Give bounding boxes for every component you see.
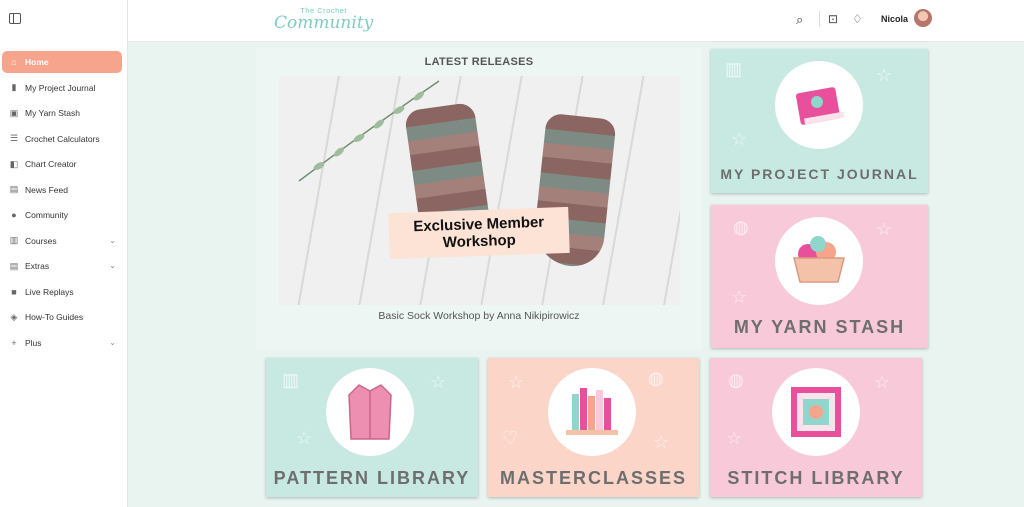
cardigan-icon (348, 384, 392, 440)
sidebar-item-how-to-guides[interactable]: ◈ How-To Guides (2, 306, 122, 328)
inbox-icon[interactable]: ⊡ (828, 12, 838, 26)
yarn-basket-icon (793, 236, 845, 283)
newspaper-icon: ▤ (9, 184, 19, 194)
books-icon: ▥ (282, 370, 300, 390)
yarn-ball-icon: ◍ (648, 368, 664, 388)
extras-icon: ▤ (9, 260, 19, 271)
workshop-caption[interactable]: Basic Sock Workshop by Anna Nikipirowicz (256, 310, 702, 322)
sidebar-item-label: My Project Journal (25, 82, 96, 93)
sidebar-item-label: Live Replays (25, 286, 74, 297)
journal-badge (775, 61, 863, 149)
tile-label: STITCH LIBRARY (727, 468, 905, 488)
tile-my-project-journal[interactable]: ▥ ☆ ☆ MY PROJECT JOURNAL (711, 49, 928, 193)
star-icon: ☆ (874, 372, 891, 392)
video-icon: ■ (11, 286, 17, 297)
sidebar-item-chart-creator[interactable]: ◧ Chart Creator (2, 153, 122, 175)
stash-icon: ▣ (9, 107, 19, 118)
star-icon: ☆ (876, 65, 893, 85)
sidebar-toggle-icon[interactable] (9, 13, 21, 24)
sidebar-item-label: Home (25, 57, 49, 67)
search-icon[interactable]: ⌕ (796, 12, 803, 28)
plus-icon: + (11, 337, 17, 348)
tile-label: MY PROJECT JOURNAL (720, 166, 919, 182)
granny-square-icon (791, 387, 841, 437)
chevron-down-icon: ⌄ (109, 337, 116, 347)
header-divider (819, 11, 820, 27)
tile-masterclasses[interactable]: ☆ ◍ ♡ ☆ MASTERCLASSES (488, 358, 699, 497)
tile-stitch-library[interactable]: ◍ ☆ ☆ STITCH LIBRARY (710, 358, 922, 497)
sidebar-item-crochet-calculators[interactable]: ☰ Crochet Calculators (2, 128, 122, 150)
avatar[interactable] (914, 9, 932, 27)
sidebar-item-courses[interactable]: ▥ Courses ⌄ (2, 230, 122, 252)
yarn-stash-badge (775, 217, 863, 305)
sidebar-item-label: Plus (25, 337, 42, 348)
tile-my-yarn-stash[interactable]: ◍ ☆ ☆ MY YARN STASH (711, 205, 928, 348)
star-icon: ☆ (876, 219, 893, 239)
chevron-down-icon: ⌄ (109, 261, 116, 270)
star-icon: ☆ (653, 432, 670, 452)
chevron-down-icon: ⌄ (109, 235, 116, 245)
sidebar-item-news-feed[interactable]: ▤ News Feed (2, 179, 122, 201)
sidebar-item-label: Extras (25, 261, 50, 271)
latest-releases-panel: LATEST RELEASES Exclusive Member Worksho… (256, 48, 702, 350)
exclusive-workshop-banner: Exclusive Member Workshop (388, 206, 570, 260)
sidebar-item-my-yarn-stash[interactable]: ▣ My Yarn Stash (2, 102, 122, 124)
home-icon: ⌂ (11, 57, 17, 67)
sidebar-item-label: Courses (25, 235, 57, 246)
bell-icon[interactable]: ♢ (852, 12, 863, 26)
yarn-ball-icon: ◍ (728, 370, 744, 390)
tile-label: PATTERN LIBRARY (273, 468, 471, 488)
tile-pattern-library[interactable]: ▥ ☆ ☆ PATTERN LIBRARY (266, 358, 478, 497)
site-logo[interactable]: The Crochet Community (274, 6, 374, 33)
top-header: The Crochet Community ⌕ ⊡ ♢ Nicola (128, 0, 1024, 42)
star-icon: ☆ (731, 129, 748, 149)
banner-line-2: Workshop (442, 231, 517, 252)
sidebar-item-live-replays[interactable]: ■ Live Replays (2, 281, 122, 303)
star-icon: ☆ (430, 372, 447, 392)
sidebar-item-label: My Yarn Stash (25, 108, 80, 118)
pattern-library-badge (326, 368, 414, 456)
pink-book-icon (796, 87, 845, 125)
sliders-icon: ☰ (9, 133, 19, 143)
sidebar-item-my-project-journal[interactable]: ▮ My Project Journal (2, 77, 122, 99)
books-icon: ▥ (725, 59, 743, 79)
chat-bubble-icon: ♡ (502, 428, 519, 448)
sidebar-item-label: News Feed (25, 184, 68, 195)
stitch-library-badge (772, 368, 860, 456)
logo-main-text: Community (274, 13, 374, 33)
sidebar-item-label: Crochet Calculators (25, 133, 100, 144)
sidebar-item-home[interactable]: ⌂ Home (2, 51, 122, 73)
people-icon: ● (11, 210, 17, 220)
book-icon: ▥ (9, 235, 19, 245)
sidebar-item-label: Community (25, 210, 68, 220)
workshop-image[interactable]: Exclusive Member Workshop (279, 76, 680, 305)
journal-icon: ▮ (11, 82, 17, 92)
masterclasses-badge (548, 368, 636, 456)
sidebar-item-label: Chart Creator (25, 159, 77, 169)
sidebar-nav: ⌂ Home ▮ My Project Journal ▣ My Yarn St… (2, 51, 122, 357)
sidebar-item-label: How-To Guides (25, 312, 84, 322)
chart-icon: ◧ (9, 158, 19, 169)
sidebar-item-plus[interactable]: + Plus ⌄ (2, 332, 122, 354)
star-icon: ☆ (508, 372, 525, 392)
latest-releases-title: LATEST RELEASES (424, 56, 534, 68)
star-icon: ☆ (731, 287, 748, 307)
sidebar-item-community[interactable]: ● Community (2, 204, 122, 226)
star-icon: ☆ (726, 428, 743, 448)
tile-label: MASTERCLASSES (499, 468, 687, 488)
bookshelf-icon (566, 388, 618, 435)
yarn-ball-icon: ◍ (733, 217, 749, 237)
user-name[interactable]: Nicola (881, 14, 908, 24)
star-icon: ☆ (296, 428, 313, 448)
sidebar-item-extras[interactable]: ▤ Extras ⌄ (2, 255, 122, 277)
sidebar: ⌂ Home ▮ My Project Journal ▣ My Yarn St… (0, 0, 128, 507)
guide-icon: ◈ (10, 311, 18, 322)
tile-label: MY YARN STASH (733, 317, 906, 337)
